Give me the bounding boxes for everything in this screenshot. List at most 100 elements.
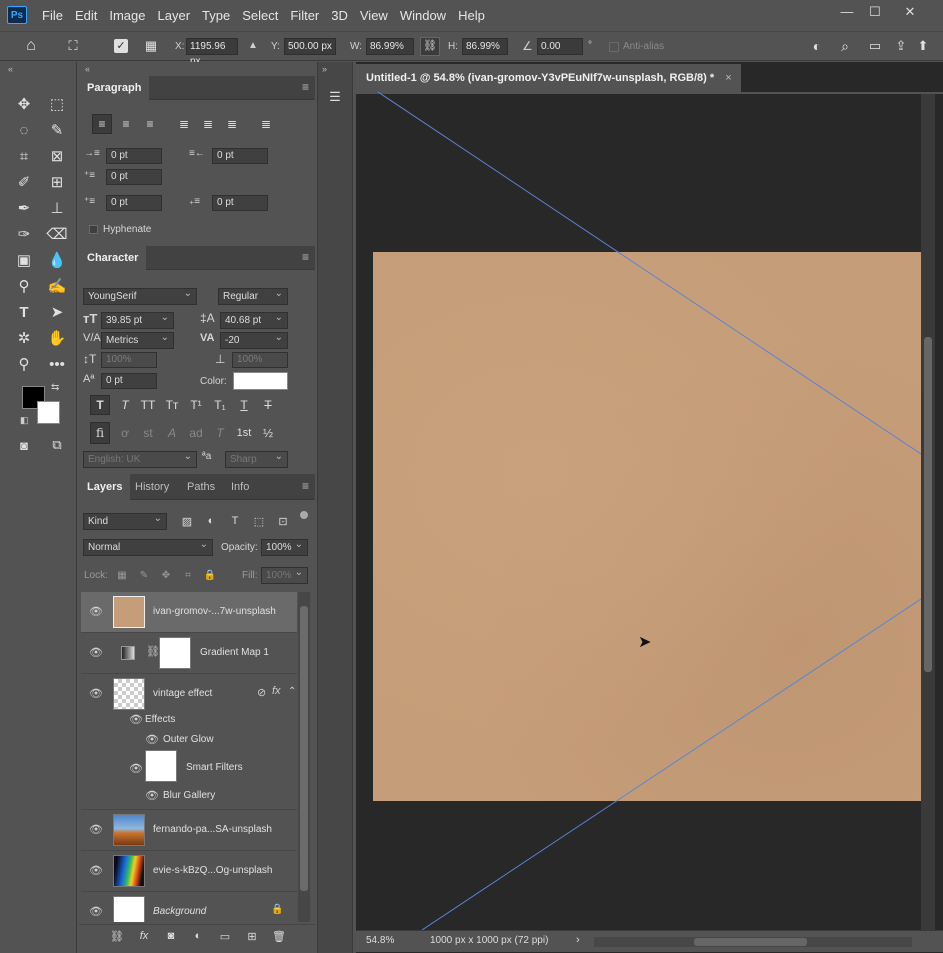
stylistic-alternates-button[interactable]: ad [186, 423, 206, 443]
eraser-tool-icon[interactable]: ⌫ [46, 223, 68, 245]
shape-tool-icon[interactable]: ✲ [13, 327, 35, 349]
move-tool-icon[interactable]: ✥ [13, 93, 35, 115]
history-brush-tool-icon[interactable]: ✑ [13, 223, 35, 245]
more-tools-icon[interactable]: ••• [46, 353, 68, 375]
tracking-field[interactable]: -20 [220, 330, 288, 349]
transform-reference-icon[interactable]: ⛶ [62, 35, 84, 57]
workspace-icon[interactable]: ▭ [864, 35, 886, 57]
swash-button[interactable]: A [162, 423, 182, 443]
fill-field[interactable]: 100% [261, 565, 308, 584]
baseline-shift-field[interactable]: 0 pt [101, 373, 157, 389]
visibility-eye-icon[interactable]: 👁 [89, 864, 103, 877]
outer-glow-eye-icon[interactable]: 👁 [145, 733, 159, 746]
align-center-icon[interactable]: ≡ [116, 114, 136, 134]
antialias-checkbox[interactable] [609, 42, 619, 52]
underline-button[interactable]: T [234, 395, 254, 415]
font-style-select[interactable]: Regular [218, 286, 288, 305]
font-family-select[interactable]: YoungSerif [83, 286, 197, 305]
menu-edit[interactable]: Edit [69, 8, 103, 23]
dodge-tool-icon[interactable]: ⚲ [13, 275, 35, 297]
tab-paths[interactable]: Paths [179, 474, 223, 500]
ordinals-button[interactable]: 1st [234, 423, 254, 443]
lock-position-icon[interactable]: ✥ [156, 565, 176, 585]
layer-fernando[interactable]: 👁 fernando-pa...SA-unsplash [81, 810, 297, 851]
antialias-select[interactable]: Sharp [225, 449, 288, 468]
link-icon[interactable]: ⛓ [420, 37, 440, 56]
visibility-eye-icon[interactable]: 👁 [89, 605, 103, 618]
add-mask-icon[interactable]: ◙ [161, 926, 181, 946]
lock-all-icon[interactable]: 🔒 [200, 565, 220, 585]
mask-link-icon[interactable]: ⛓ [146, 645, 160, 658]
small-caps-button[interactable]: Tт [162, 395, 182, 415]
type-tool-icon[interactable]: T [13, 301, 35, 323]
visibility-eye-icon[interactable]: 👁 [89, 905, 103, 918]
panel-collapse-icon[interactable]: « [85, 64, 90, 74]
new-adjustment-icon[interactable]: ◐ [188, 926, 208, 946]
add-style-icon[interactable]: fx [134, 926, 154, 946]
link-layers-icon[interactable]: ⛓ [107, 926, 127, 946]
maximize-button[interactable]: ☐ [860, 3, 890, 21]
opacity-field[interactable]: 100% [261, 537, 308, 556]
effects-eye-icon[interactable]: 👁 [129, 713, 143, 726]
reference-point-checkbox[interactable]: ✓ [114, 39, 128, 53]
all-caps-button[interactable]: TT [138, 395, 158, 415]
brush-tool-icon[interactable]: ✒ [13, 197, 35, 219]
layer-ivan-gromov[interactable]: 👁 ivan-gromov-...7w-unsplash [81, 592, 297, 633]
pen-tool-icon[interactable]: ✍ [46, 275, 68, 297]
character-menu-icon[interactable]: ≡ [302, 250, 309, 264]
screen-mode-icon[interactable]: ⧉ [46, 434, 68, 456]
justify-all-icon[interactable]: ≣ [256, 114, 276, 134]
subscript-button[interactable]: T₁ [210, 395, 230, 415]
quick-mask-icon[interactable]: ◙ [13, 434, 35, 456]
width-field[interactable]: 86.99% [366, 38, 414, 55]
discretionary-ligatures-button[interactable]: st [138, 423, 158, 443]
leading-field[interactable]: 40.68 pt [220, 310, 288, 329]
quick-select-tool-icon[interactable]: ✎ [46, 119, 68, 141]
fx-icon[interactable]: fx [272, 685, 281, 697]
tab-history[interactable]: History [127, 474, 177, 500]
layer-gradient-map[interactable]: 👁 ⛓ Gradient Map 1 [81, 633, 297, 674]
faux-bold-button[interactable]: T [90, 395, 110, 415]
filter-adjustment-icon[interactable]: ◐ [201, 511, 221, 531]
filter-smart-object-icon[interactable]: ⊡ [273, 511, 293, 531]
user-icon[interactable]: ◐ [806, 35, 828, 57]
delete-layer-icon[interactable]: 🗑 [269, 926, 289, 946]
status-menu-arrow[interactable]: › [576, 934, 580, 946]
lock-image-icon[interactable]: ✎ [134, 565, 154, 585]
vertical-scrollbar[interactable] [921, 94, 935, 930]
indent-left-field[interactable]: 0 pt [106, 148, 162, 164]
background-color-swatch[interactable] [37, 401, 60, 424]
visibility-eye-icon[interactable]: 👁 [89, 823, 103, 836]
close-window-button[interactable]: ✕ [895, 3, 925, 21]
fractions-button[interactable]: ½ [258, 423, 278, 443]
menu-file[interactable]: File [36, 8, 69, 23]
justify-last-center-icon[interactable]: ≣ [198, 114, 218, 134]
titling-alternates-button[interactable]: T [210, 423, 230, 443]
layers-menu-icon[interactable]: ≡ [302, 479, 309, 493]
lock-transparent-icon[interactable]: ▦ [112, 565, 132, 585]
horizontal-scroll-thumb[interactable] [694, 938, 807, 946]
old-style-button[interactable]: ơ [115, 423, 135, 443]
tab-info[interactable]: Info [223, 474, 257, 500]
blur-tool-icon[interactable]: 💧 [46, 249, 68, 271]
tab-paragraph[interactable]: Paragraph [79, 76, 150, 100]
x-position-field[interactable]: 1195.96 px [186, 38, 238, 67]
filter-pixel-icon[interactable]: ▨ [177, 511, 197, 531]
search-icon[interactable]: ⌕ [834, 35, 856, 57]
eyedropper-tool-icon[interactable]: ✐ [13, 171, 35, 193]
layer-vintage-effect[interactable]: 👁 vintage effect ⊘ fx ⌃ 👁 Effects 👁 Oute… [81, 674, 297, 810]
delta-icon[interactable]: ▲ [248, 40, 258, 51]
menu-help[interactable]: Help [452, 8, 491, 23]
new-layer-icon[interactable]: ⊞ [242, 926, 262, 946]
indent-right-field[interactable]: 0 pt [212, 148, 268, 164]
stamp-tool-icon[interactable]: ⊥ [46, 197, 68, 219]
export-icon[interactable]: ⬆ [912, 35, 934, 57]
text-color-swatch[interactable] [233, 372, 288, 390]
blend-mode-select[interactable]: Normal [83, 537, 213, 556]
visibility-eye-icon[interactable]: 👁 [89, 646, 103, 659]
layers-scroll-thumb[interactable] [300, 606, 308, 891]
adjustments-sliders-icon[interactable]: ☰ [324, 86, 346, 108]
tab-layers[interactable]: Layers [79, 474, 131, 500]
filter-shape-icon[interactable]: ⬚ [249, 511, 269, 531]
home-icon[interactable]: ⌂ [20, 35, 42, 57]
